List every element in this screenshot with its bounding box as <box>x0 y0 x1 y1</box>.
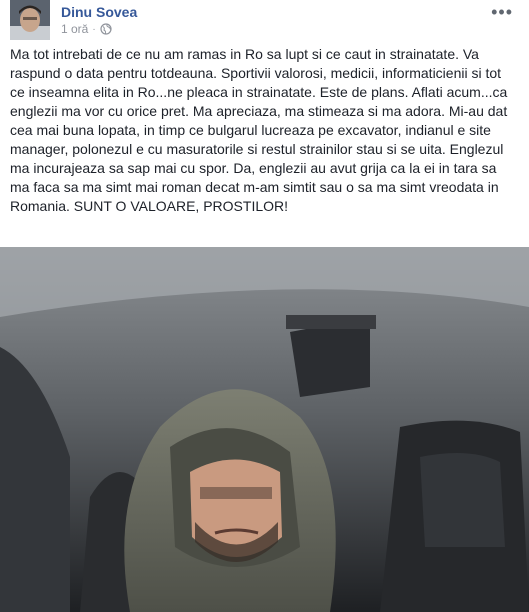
avatar[interactable] <box>10 0 50 40</box>
post-photo[interactable] <box>0 247 529 612</box>
post-header: Dinu Sovea 1 oră · ••• <box>0 0 529 42</box>
meta-separator: · <box>92 23 96 35</box>
globe-icon[interactable] <box>100 23 112 35</box>
post-meta: 1 oră · <box>61 22 112 36</box>
more-options-icon[interactable]: ••• <box>491 2 513 23</box>
author-name[interactable]: Dinu Sovea <box>61 4 137 20</box>
post-text: Ma tot intrebati de ce nu am ramas in Ro… <box>10 46 508 214</box>
avatar-image <box>10 0 50 40</box>
post-time[interactable]: 1 oră <box>61 22 88 36</box>
post-photo-image <box>0 247 529 612</box>
